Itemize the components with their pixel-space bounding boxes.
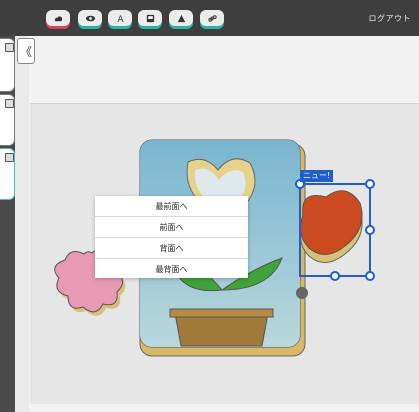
resize-handle[interactable]: [330, 271, 340, 281]
resize-handle[interactable]: [365, 225, 375, 235]
selection-label: ニュー!: [300, 170, 334, 182]
layer-badge[interactable]: [296, 287, 308, 299]
bring-to-front-item[interactable]: 最前面へ: [95, 196, 248, 217]
resize-handle[interactable]: [365, 179, 375, 189]
context-menu: 最前面へ 前面へ 背面へ 最背面へ: [95, 196, 248, 278]
bring-forward-item[interactable]: 前面へ: [95, 217, 248, 238]
resize-handle[interactable]: [365, 271, 375, 281]
send-backward-item[interactable]: 背面へ: [95, 238, 248, 259]
send-to-back-item[interactable]: 最背面へ: [95, 259, 248, 279]
heart-sticker[interactable]: [300, 190, 363, 263]
